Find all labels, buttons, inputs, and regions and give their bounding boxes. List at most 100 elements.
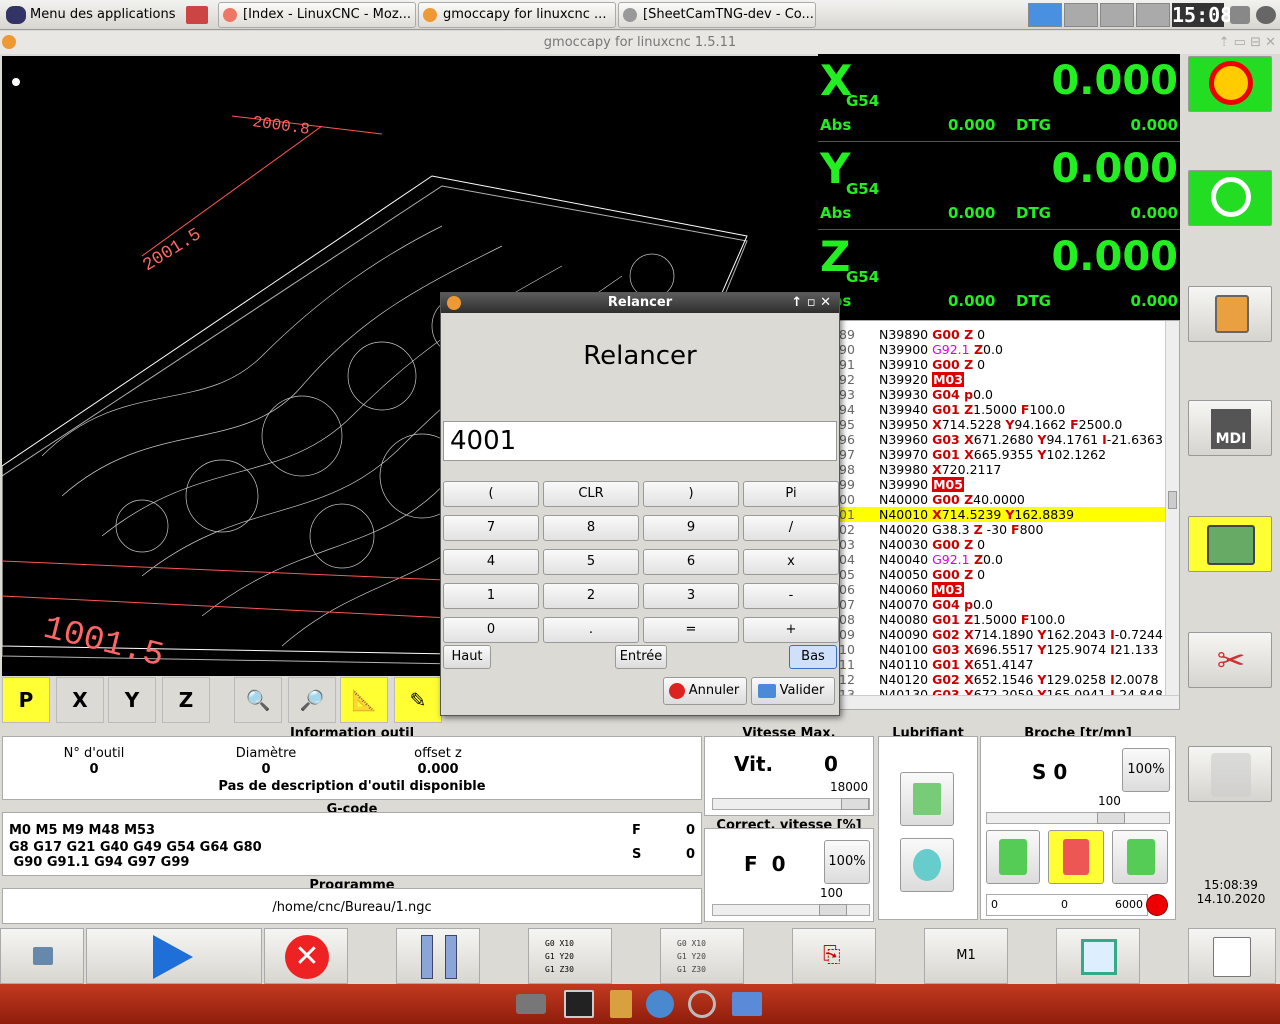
dro-z[interactable]: Z G54 0.000 Abs 0.000 DTG 0.000 [818, 230, 1180, 318]
gcode-line[interactable]: 96 N39960 G03 X671.2680 Y94.1761 I-21.636… [839, 432, 1169, 447]
keypad-key[interactable]: ) [643, 481, 739, 507]
gcode-line[interactable]: 91 N39910 G00 Z 0 [839, 357, 1169, 372]
keypad-key[interactable]: ( [443, 481, 539, 507]
gcode-line[interactable]: 90 N39900 G92.1 Z0.0 [839, 342, 1169, 357]
gcode-line[interactable]: 00 N40000 G00 Z40.0000 [839, 492, 1169, 507]
gcode-line[interactable]: 93 N39930 G04 p0.0 [839, 387, 1169, 402]
workspace-3[interactable] [1100, 3, 1134, 27]
task-gmoccapy[interactable]: gmoccapy for linuxcnc ... [418, 2, 616, 28]
machine-power-button[interactable] [1188, 170, 1272, 226]
down-button[interactable]: Bas [789, 645, 837, 669]
edit-button[interactable] [1188, 928, 1276, 984]
keypad-key[interactable]: CLR [543, 481, 639, 507]
flood-button[interactable] [900, 772, 954, 826]
manual-mode-button[interactable] [1188, 286, 1272, 342]
keypad-key[interactable]: 0 [443, 617, 539, 643]
show-path-button[interactable]: ✎ [394, 677, 442, 723]
auto-mode-button[interactable] [1188, 516, 1272, 572]
gcode-line[interactable]: 02 N40020 G38.3 Z -30 F800 [839, 522, 1169, 537]
step-button[interactable]: G0 X10 G1 Y20 G1 Z30 [528, 928, 612, 984]
view-x-button[interactable]: X [56, 677, 104, 723]
dro-x[interactable]: X G54 0.000 Abs 0.000 DTG 0.000 [818, 54, 1180, 142]
zoom-in-button[interactable]: 🔍 [234, 677, 282, 723]
gcode-line[interactable]: 08 N40080 G01 Z1.5000 F100.0 [839, 612, 1169, 627]
dock-terminal-icon[interactable] [564, 990, 594, 1018]
keypad-key[interactable]: 9 [643, 515, 739, 541]
spindle-ccw-button[interactable] [986, 830, 1040, 884]
view-z-button[interactable]: Z [162, 677, 210, 723]
keypad-key[interactable]: 8 [543, 515, 639, 541]
gcode-line[interactable]: 95 N39950 X714.5228 Y94.1662 F2500.0 [839, 417, 1169, 432]
run-button[interactable] [86, 928, 262, 984]
cancel-button[interactable]: Annuler [663, 677, 747, 705]
spindle-stop-button[interactable] [1048, 830, 1104, 884]
workspace-1[interactable] [1028, 3, 1062, 27]
workspace-4[interactable] [1136, 3, 1170, 27]
scroll-thumb[interactable] [1168, 491, 1177, 509]
feed-override-handle[interactable] [819, 904, 847, 916]
keypad-key[interactable]: 4 [443, 549, 539, 575]
keypad-key[interactable]: x [743, 549, 839, 575]
keypad-key[interactable]: - [743, 583, 839, 609]
view-y-button[interactable]: Y [108, 677, 156, 723]
keypad-key[interactable]: + [743, 617, 839, 643]
gcode-line[interactable]: 04 N40040 G92.1 Z0.0 [839, 552, 1169, 567]
dock-folder-icon[interactable] [732, 992, 762, 1016]
feed-override-slider[interactable] [712, 904, 870, 916]
ok-button[interactable]: Valider [751, 677, 835, 705]
mdi-mode-button[interactable]: MDI [1188, 400, 1272, 456]
keypad-key[interactable]: Pi [743, 481, 839, 507]
spindle-override-handle[interactable] [1097, 812, 1125, 824]
dialog-window-controls[interactable]: ↑ ▫ ✕ [791, 293, 831, 313]
task-sheetcam[interactable]: [SheetCamTNG-dev - Co... [618, 2, 816, 28]
gcode-line[interactable]: 03 N40030 G00 Z 0 [839, 537, 1169, 552]
gcode-line[interactable]: 07 N40070 G04 p0.0 [839, 597, 1169, 612]
pause-button[interactable] [396, 928, 480, 984]
settings-button[interactable]: ✂ [1188, 632, 1272, 688]
gcode-line[interactable]: 11 N40110 G01 X651.4147 [839, 657, 1169, 672]
max-speed-handle[interactable] [841, 798, 869, 810]
gcode-line[interactable]: 92 N39920 M03 [839, 372, 1169, 387]
horizontal-scrollbar[interactable] [839, 695, 1179, 709]
gcode-view[interactable]: 89 N39890 G00 Z 0 90 N39900 G92.1 Z0.0 91 N39… [838, 320, 1180, 710]
workspace-2[interactable] [1064, 3, 1098, 27]
task-firefox[interactable]: [Index - LinuxCNC - Moz... [218, 2, 416, 28]
gcode-line[interactable]: 97 N39970 G01 X665.9355 Y102.1262 [839, 447, 1169, 462]
gcode-line[interactable]: 12 N40120 G02 X652.1546 Y129.0258 I2.0078 [839, 672, 1169, 687]
user-tabs-button[interactable] [1188, 746, 1272, 802]
gcode-line[interactable]: 98 N39980 X720.2117 [839, 462, 1169, 477]
dock-files-icon[interactable] [610, 990, 632, 1018]
run-from-line-button[interactable]: G0 X10 G1 Y20 G1 Z30 [660, 928, 744, 984]
zoom-out-button[interactable]: 🔎 [288, 677, 336, 723]
line-number-input[interactable]: 4001 [443, 421, 837, 461]
keypad-key[interactable]: 6 [643, 549, 739, 575]
enter-button[interactable]: Entrée [615, 645, 667, 669]
dock-drive-icon[interactable] [516, 994, 546, 1014]
app-menu-button[interactable]: Menu des applications [0, 2, 175, 28]
window-controls[interactable]: ⇡ ▭ ⊟ ✕ [1219, 31, 1276, 54]
gcode-line[interactable]: 09 N40090 G02 X714.1890 Y162.2043 I-0.724… [839, 627, 1169, 642]
show-dimensions-button[interactable]: 📐 [340, 677, 388, 723]
stop-button[interactable]: ✕ [264, 928, 348, 984]
up-button[interactable]: Haut [443, 645, 491, 669]
view-perspective-button[interactable]: P [2, 677, 50, 723]
dock-search-icon[interactable] [688, 990, 716, 1018]
mist-button[interactable] [900, 838, 954, 892]
dro-y[interactable]: Y G54 0.000 Abs 0.000 DTG 0.000 [818, 142, 1180, 230]
optional-stop-button[interactable]: M1 [924, 928, 1008, 984]
keypad-key[interactable]: 7 [443, 515, 539, 541]
fullscreen-button[interactable] [1056, 928, 1140, 984]
block-delete-button[interactable]: ⎘ [792, 928, 876, 984]
gcode-line[interactable]: 89 N39890 G00 Z 0 [839, 327, 1169, 342]
gcode-line[interactable]: 05 N40050 G00 Z 0 [839, 567, 1169, 582]
emergency-stop-button[interactable] [1188, 56, 1272, 112]
keypad-key[interactable]: 2 [543, 583, 639, 609]
power-icon[interactable] [1256, 6, 1276, 24]
spindle-override-reset-button[interactable]: 100% [1122, 748, 1170, 792]
gcode-line[interactable]: 10 N40100 G03 X696.5517 Y125.9074 I21.133 [839, 642, 1169, 657]
keypad-key[interactable]: 3 [643, 583, 739, 609]
logout-icon[interactable] [186, 6, 208, 24]
gcode-line[interactable]: 06 N40060 M03 [839, 582, 1169, 597]
keypad-key[interactable]: 5 [543, 549, 639, 575]
max-speed-slider[interactable] [712, 798, 870, 810]
